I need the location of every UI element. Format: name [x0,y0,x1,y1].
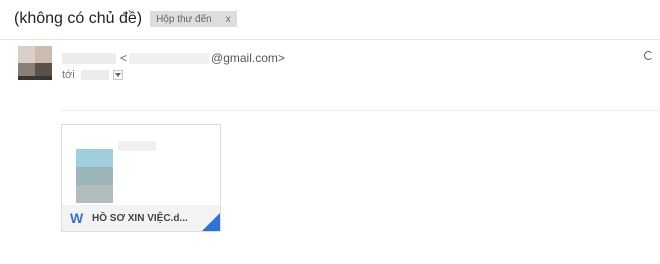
preview-redacted-text [118,141,156,151]
show-details-dropdown[interactable] [112,70,123,80]
sender-email-domain: @gmail.com> [211,51,285,65]
attachment-filename: HỒ SƠ XIN VIỆC.d... [92,212,188,224]
refresh-icon[interactable] [644,51,653,60]
remove-label-button[interactable]: x [226,14,231,25]
recipient-prefix: tới [62,69,75,81]
sender-avatar[interactable] [18,46,52,80]
sender-email-open: < [120,51,128,65]
inbox-label-text: Hộp thư đến [156,13,212,25]
email-subject: (không có chủ đề) [14,10,143,27]
sender-name-redacted[interactable] [62,52,116,64]
attachment-footer: W HỒ SƠ XIN VIỆC.d... [62,205,220,231]
avatar-pixel [18,46,35,63]
avatar-shadow [18,76,52,80]
word-doc-icon: W [70,210,84,226]
subject-row: (không có chủ đề) Hộp thư đến x [14,8,237,30]
body-divider [60,110,660,111]
attachment-card[interactable]: W HỒ SƠ XIN VIỆC.d... [61,124,221,232]
recipient-redacted [80,70,109,80]
page-corner-icon [202,213,220,231]
sender-line: < @gmail.com> [62,50,285,66]
header-divider [0,39,660,40]
inbox-label-chip[interactable]: Hộp thư đến x [150,11,237,27]
avatar-pixel [35,46,52,63]
sender-email-redacted [129,52,210,64]
chevron-down-icon [114,73,121,77]
recipient-line: tới [62,68,123,82]
attachment-thumbnail [76,149,113,203]
